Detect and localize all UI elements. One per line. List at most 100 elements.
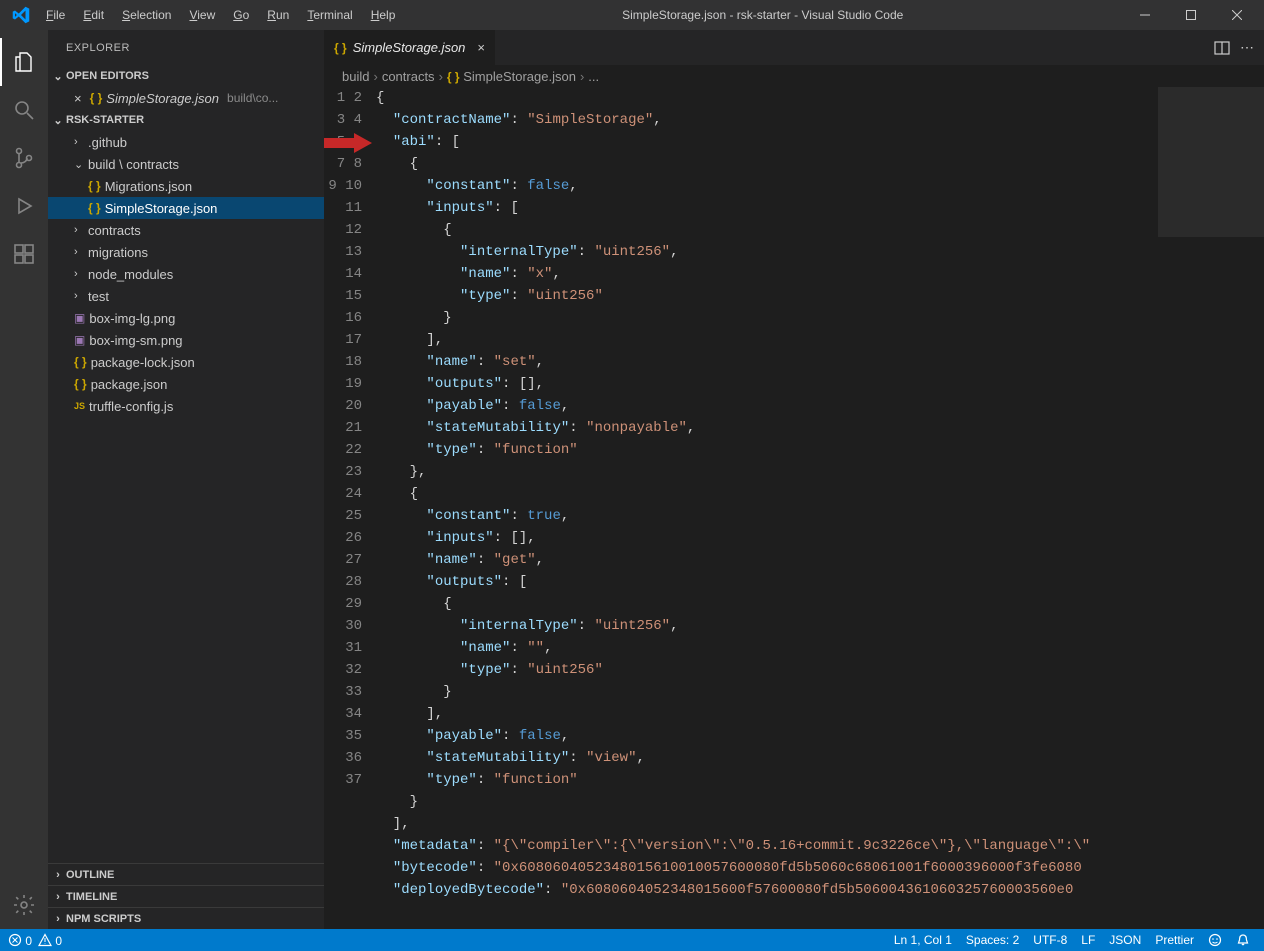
file-item[interactable]: JStruffle-config.js <box>48 395 324 417</box>
status-warnings[interactable]: 0 <box>38 933 62 948</box>
chevron-right-icon: › <box>52 913 64 925</box>
status-item[interactable]: Prettier <box>1155 933 1194 947</box>
activity-extensions-icon[interactable] <box>0 230 48 278</box>
workspace-header[interactable]: ⌄ RSK-STARTER <box>48 109 324 131</box>
status-bar: 0 0 Ln 1, Col 1 Spaces: 2 UTF-8 LF JSON Prett… <box>0 929 1264 951</box>
status-item[interactable]: Ln 1, Col 1 <box>894 933 952 947</box>
json-icon: { } <box>88 201 101 215</box>
tree-item-label: .github <box>88 135 127 150</box>
open-editor-path: build\co... <box>227 91 278 105</box>
minimap-viewport[interactable] <box>1158 87 1264 237</box>
section-npm-scripts[interactable]: ›NPM SCRIPTS <box>48 907 324 929</box>
folder-item[interactable]: ⌄build \ contracts <box>48 153 324 175</box>
chevron-right-icon: › <box>74 224 84 236</box>
json-icon: { } <box>90 91 103 105</box>
editor-tab-actions: ⋯ <box>1204 30 1264 65</box>
activity-debug-icon[interactable] <box>0 182 48 230</box>
window-controls <box>1122 0 1260 30</box>
folder-item[interactable]: ›.github <box>48 131 324 153</box>
editor-area: { } SimpleStorage.json × ⋯ build › contrac… <box>324 30 1264 929</box>
split-editor-icon[interactable] <box>1214 40 1230 56</box>
menu-item-terminal[interactable]: Terminal <box>299 4 360 26</box>
chevron-right-icon: › <box>52 891 64 903</box>
breadcrumb-separator-icon: › <box>439 69 443 84</box>
line-numbers-gutter: 1 2 3 4 5 6 7 8 9 10 11 12 13 14 15 16 1… <box>324 87 376 929</box>
tree-item-label: node_modules <box>88 267 173 282</box>
folder-item[interactable]: › contracts <box>48 219 324 241</box>
tree-item-label: truffle-config.js <box>89 399 173 414</box>
breadcrumb-segment[interactable]: { } SimpleStorage.json <box>447 69 576 84</box>
more-actions-icon[interactable]: ⋯ <box>1240 39 1254 56</box>
folder-item[interactable]: › migrations <box>48 241 324 263</box>
workspace-label: RSK-STARTER <box>66 114 144 126</box>
sidebar-title: EXPLORER <box>48 30 324 65</box>
menu-item-help[interactable]: Help <box>363 4 404 26</box>
tree-item-label: Migrations.json <box>105 179 192 194</box>
minimize-button[interactable] <box>1122 0 1168 30</box>
maximize-button[interactable] <box>1168 0 1214 30</box>
menu-item-view[interactable]: View <box>181 4 223 26</box>
file-item[interactable]: { }package-lock.json <box>48 351 324 373</box>
window-title: SimpleStorage.json - rsk-starter - Visua… <box>403 8 1122 22</box>
file-item[interactable]: { }package.json <box>48 373 324 395</box>
vscode-logo-icon <box>12 6 30 24</box>
chevron-down-icon: ⌄ <box>74 158 84 171</box>
close-button[interactable] <box>1214 0 1260 30</box>
open-editor-filename: SimpleStorage.json <box>106 91 219 106</box>
bell-icon[interactable] <box>1236 933 1250 947</box>
chevron-right-icon: › <box>74 290 84 302</box>
close-icon[interactable]: × <box>74 91 82 106</box>
close-icon[interactable]: × <box>477 40 485 55</box>
breadcrumb-segment[interactable]: ... <box>588 69 599 84</box>
status-error-count: 0 <box>25 934 32 948</box>
sidebar: EXPLORER ⌄ OPEN EDITORS × { } SimpleStor… <box>48 30 324 929</box>
section-timeline[interactable]: ›TIMELINE <box>48 885 324 907</box>
file-item[interactable]: ▣box-img-sm.png <box>48 329 324 351</box>
activity-scm-icon[interactable] <box>0 134 48 182</box>
section-outline[interactable]: ›OUTLINE <box>48 863 324 885</box>
tree-item-label: migrations <box>88 245 148 260</box>
breadcrumb-segment[interactable]: contracts <box>382 69 435 84</box>
chevron-down-icon: ⌄ <box>52 70 64 83</box>
minimap[interactable] <box>1158 87 1264 929</box>
menu-item-selection[interactable]: Selection <box>114 4 179 26</box>
chevron-right-icon: › <box>74 246 84 258</box>
activity-explorer-icon[interactable] <box>0 38 48 86</box>
tree-item-label: box-img-lg.png <box>89 311 175 326</box>
menu-item-edit[interactable]: Edit <box>75 4 112 26</box>
folder-item[interactable]: ›test <box>48 285 324 307</box>
chevron-right-icon: › <box>52 869 64 881</box>
activity-settings-icon[interactable] <box>0 881 48 929</box>
status-item[interactable]: LF <box>1081 933 1095 947</box>
status-item[interactable]: JSON <box>1109 933 1141 947</box>
status-errors[interactable]: 0 <box>8 933 32 948</box>
menu-item-go[interactable]: Go <box>225 4 257 26</box>
chevron-down-icon: ⌄ <box>52 114 64 127</box>
menu-item-run[interactable]: Run <box>259 4 297 26</box>
status-warning-count: 0 <box>55 934 62 948</box>
breadcrumb-segment[interactable]: build <box>342 69 369 84</box>
feedback-icon[interactable] <box>1208 933 1222 947</box>
status-item[interactable]: Spaces: 2 <box>966 933 1019 947</box>
breadcrumb[interactable]: build›contracts›{ } SimpleStorage.json›.… <box>324 65 1264 87</box>
open-editors-label: OPEN EDITORS <box>66 70 149 82</box>
open-editor-item[interactable]: × { } SimpleStorage.json build\co... <box>48 87 324 109</box>
titlebar: FileEditSelectionViewGoRunTerminalHelp S… <box>0 0 1264 30</box>
editor-tab[interactable]: { } SimpleStorage.json × <box>324 30 496 65</box>
json-icon: { } <box>88 179 101 193</box>
folder-item[interactable]: › node_modules <box>48 263 324 285</box>
json-icon: { } <box>74 377 87 391</box>
tree-item-label: contracts <box>88 223 141 238</box>
file-item[interactable]: { } Migrations.json <box>48 175 324 197</box>
activity-search-icon[interactable] <box>0 86 48 134</box>
activity-bar <box>0 30 48 929</box>
status-item[interactable]: UTF-8 <box>1033 933 1067 947</box>
section-label: TIMELINE <box>66 891 117 903</box>
code-editor[interactable]: { "contractName": "SimpleStorage", "abi"… <box>376 87 1264 929</box>
file-item[interactable]: ▣box-img-lg.png <box>48 307 324 329</box>
menu-item-file[interactable]: File <box>38 4 73 26</box>
chevron-right-icon: › <box>74 268 84 280</box>
file-item[interactable]: { } SimpleStorage.json <box>48 197 324 219</box>
tree-item-label: SimpleStorage.json <box>105 201 218 216</box>
open-editors-header[interactable]: ⌄ OPEN EDITORS <box>48 65 324 87</box>
